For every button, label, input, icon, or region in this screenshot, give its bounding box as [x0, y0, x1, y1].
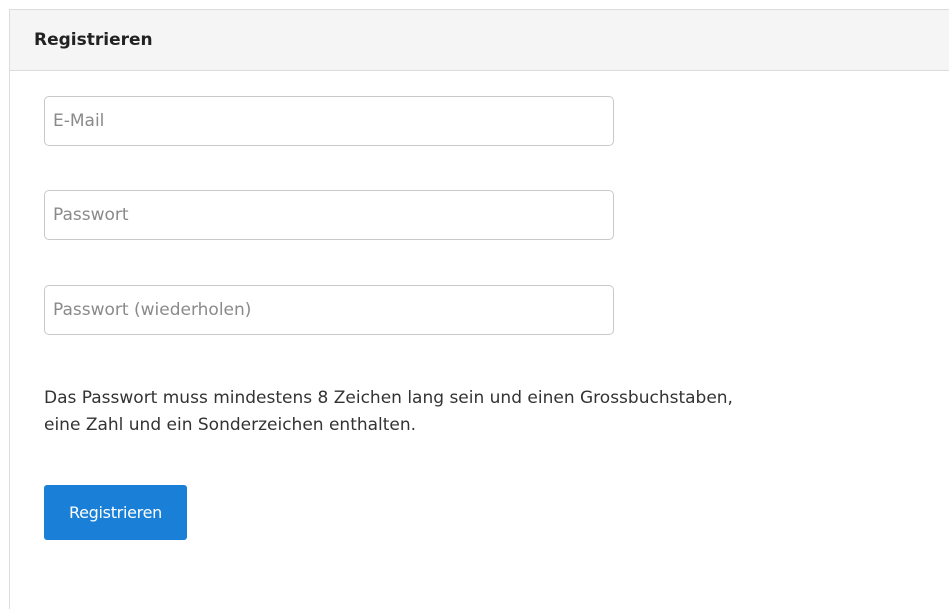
password-requirements-hint: Das Passwort muss mindestens 8 Zeichen l… — [44, 385, 924, 439]
panel-header: Registrieren — [10, 10, 949, 71]
panel-title: Registrieren — [34, 30, 153, 50]
register-button[interactable]: Registrieren — [44, 485, 187, 540]
email-field[interactable] — [44, 96, 614, 146]
register-panel: Registrieren Das Passwort muss mindesten… — [9, 9, 949, 609]
hint-line-2: eine Zahl und ein Sonderzeichen enthalte… — [44, 415, 417, 435]
hint-line-1: Das Passwort muss mindestens 8 Zeichen l… — [44, 388, 733, 408]
password-repeat-field[interactable] — [44, 285, 614, 335]
password-field[interactable] — [44, 190, 614, 240]
